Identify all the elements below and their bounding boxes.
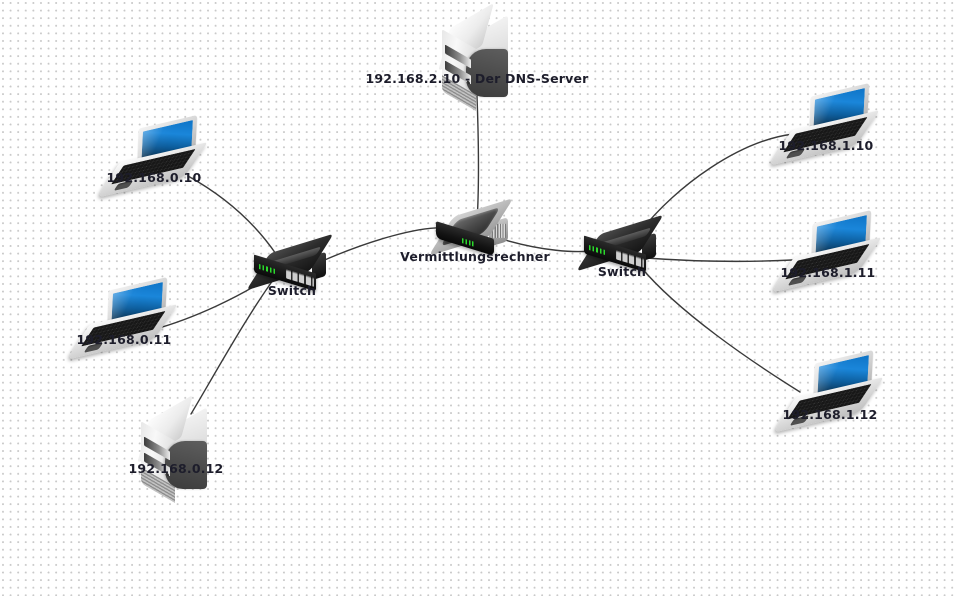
switch-status-leds: [259, 263, 276, 274]
node-label-pc1_12: 192.168.1.12: [782, 407, 878, 422]
link-pc0_10-to-switch_left: [187, 175, 277, 255]
node-label-switch_left: Switch: [267, 283, 317, 298]
node-pc0_11[interactable]: 192.168.0.11: [66, 277, 178, 360]
server-icon[interactable]: [438, 2, 516, 111]
node-label-pc1_10: 192.168.1.10: [778, 138, 874, 153]
node-label-pc0_11: 192.168.0.11: [76, 332, 172, 347]
node-srv0_12[interactable]: 192.168.0.12: [129, 394, 223, 503]
link-dns-to-router: [476, 95, 480, 223]
node-switch_right[interactable]: Switch: [576, 214, 664, 279]
node-label-router: Vermittlungsrechner: [400, 249, 550, 264]
node-label-switch_right: Switch: [597, 264, 647, 279]
node-pc1_11[interactable]: 192.168.1.11: [770, 210, 882, 293]
node-dns[interactable]: 192.168.2.10 - Der DNS-Server: [365, 2, 588, 111]
node-pc1_10[interactable]: 192.168.1.10: [768, 83, 880, 166]
switch-status-leds: [589, 244, 606, 255]
node-pc0_10[interactable]: 192.168.0.10: [96, 115, 208, 198]
node-switch_left[interactable]: Switch: [246, 233, 334, 298]
server-icon[interactable]: [137, 394, 215, 503]
node-label-pc1_11: 192.168.1.11: [780, 265, 876, 280]
link-srv0_12-to-switch_left: [190, 275, 277, 415]
router-status-leds: [462, 237, 475, 247]
link-switch_right-to-pc1_11: [645, 257, 793, 263]
node-pc1_12[interactable]: 192.168.1.12: [772, 350, 884, 433]
network-diagram-canvas: 192.168.2.10 - Der DNS-Server 192.168.0.1…: [0, 0, 958, 596]
node-label-pc0_10: 192.168.0.10: [106, 170, 202, 185]
node-router[interactable]: Vermittlungsrechner: [400, 198, 550, 264]
link-switch_right-to-pc1_10: [639, 133, 795, 233]
node-label-dns: 192.168.2.10 - Der DNS-Server: [365, 71, 589, 86]
node-label-srv0_12: 192.168.0.12: [128, 461, 224, 476]
